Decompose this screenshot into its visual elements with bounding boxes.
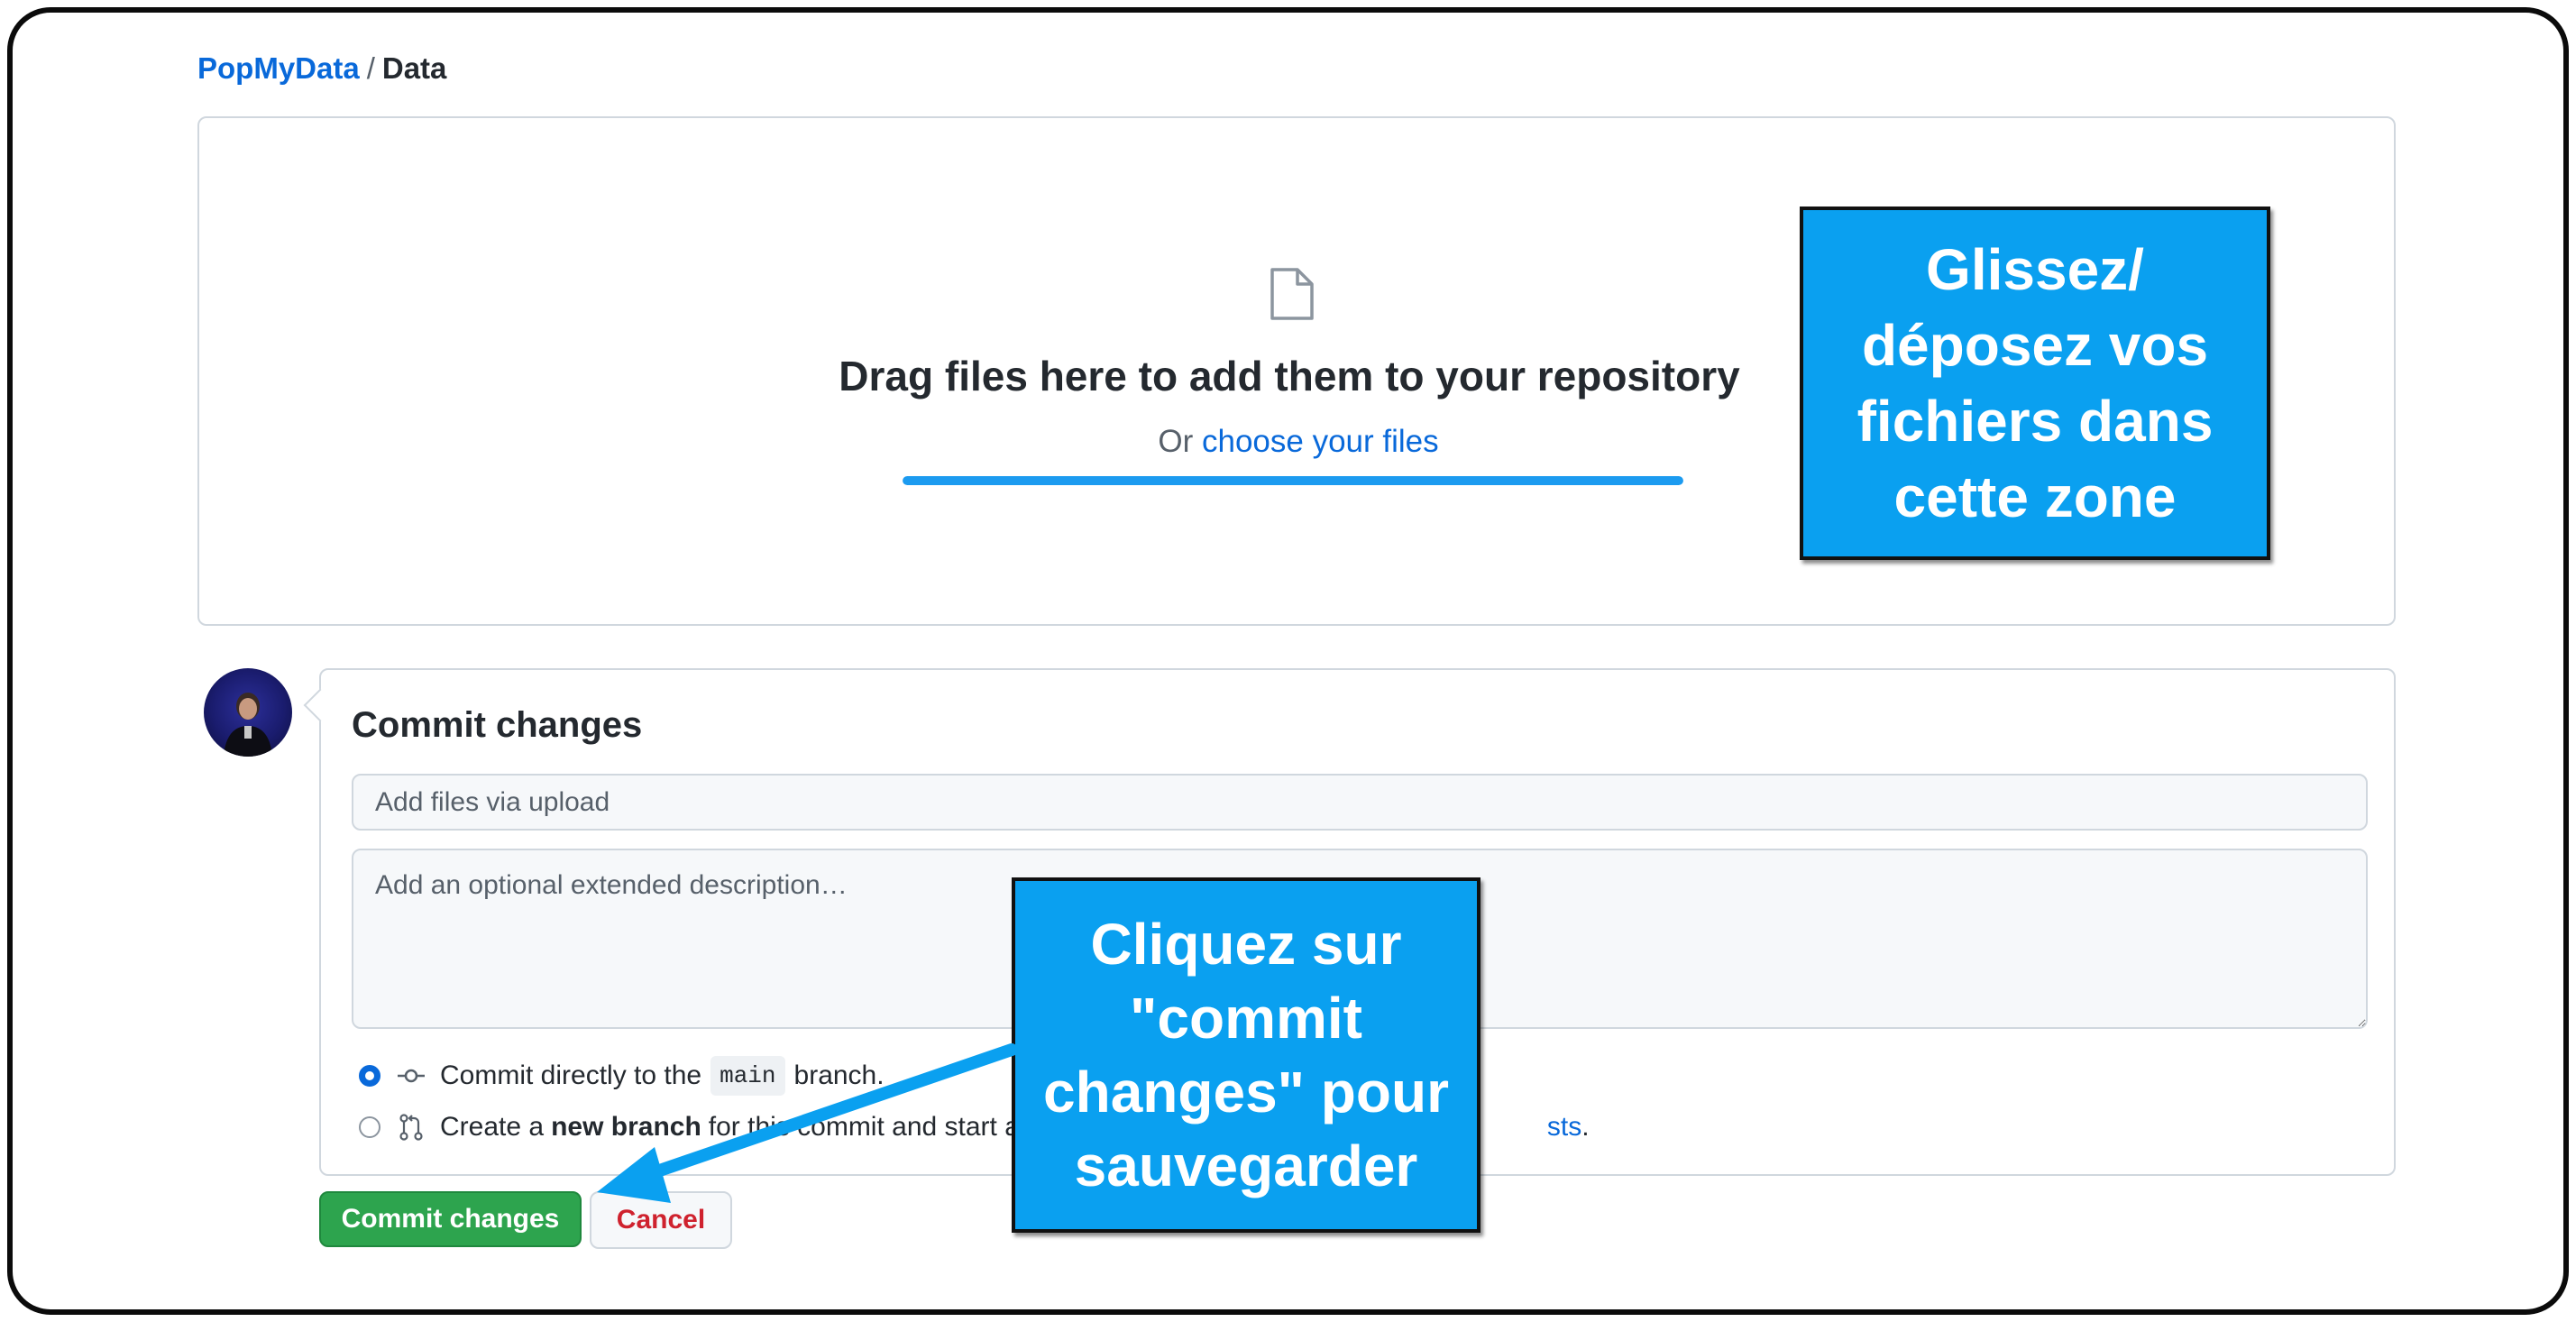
new-branch-bold-text: new branch: [551, 1112, 701, 1142]
breadcrumb-separator: /: [366, 51, 375, 85]
upload-progress-bar: [903, 476, 1683, 485]
screenshot-frame: PopMyData / Data Drag files here to add th…: [7, 7, 2569, 1315]
commit-annotation-callout: Cliquez sur "commit changes" pour sauveg…: [1012, 877, 1481, 1233]
file-icon: [1270, 268, 1314, 320]
git-commit-icon: [398, 1069, 425, 1083]
breadcrumb: PopMyData / Data: [197, 50, 446, 87]
new-branch-text-middle: for this commit and start a p: [708, 1112, 1042, 1142]
commit-directly-radio[interactable]: [359, 1065, 380, 1087]
drop-callout-line-1: Glissez/: [1926, 237, 2144, 302]
drop-callout-line-3: fichiers dans: [1856, 389, 2214, 454]
commit-callout-line-4: sauvegarder: [1074, 1134, 1418, 1198]
git-pull-request-icon: [399, 1114, 423, 1141]
commit-form-title: Commit changes: [352, 705, 643, 745]
commit-changes-button[interactable]: Commit changes: [319, 1191, 582, 1247]
new-branch-radio[interactable]: [359, 1116, 380, 1138]
drop-zone-annotation-callout: Glissez/ déposez vos fichiers dans cette…: [1800, 207, 2270, 560]
commit-callout-line-3: changes" pour: [1043, 1060, 1449, 1125]
avatar[interactable]: [204, 668, 292, 757]
commit-summary-input[interactable]: [352, 774, 2368, 831]
new-branch-text-end: .: [1581, 1112, 1590, 1142]
cancel-button[interactable]: Cancel: [590, 1191, 732, 1249]
avatar-person-image: [224, 693, 272, 757]
new-branch-text-start: Create a: [440, 1112, 545, 1142]
upload-progress-fill: [903, 476, 1683, 485]
commit-directly-option[interactable]: Commit directly to the main branch.: [359, 1056, 885, 1096]
commit-directly-suffix: branch.: [793, 1060, 885, 1090]
branch-name-code: main: [710, 1056, 785, 1096]
breadcrumb-repo-name: Data: [381, 51, 447, 85]
choose-files-link[interactable]: choose your files: [1202, 424, 1439, 459]
drop-callout-line-2: déposez vos: [1861, 313, 2209, 378]
breadcrumb-owner-link[interactable]: PopMyData: [197, 51, 360, 85]
commit-directly-text: Commit directly to the: [440, 1060, 702, 1090]
drop-zone-or-text: Or: [1158, 424, 1194, 459]
commit-callout-line-2: "commit: [1130, 986, 1362, 1051]
pull-requests-link[interactable]: sts: [1547, 1109, 1581, 1145]
commit-callout-line-1: Cliquez sur: [1090, 912, 1402, 977]
drop-callout-line-4: cette zone: [1893, 464, 2177, 529]
